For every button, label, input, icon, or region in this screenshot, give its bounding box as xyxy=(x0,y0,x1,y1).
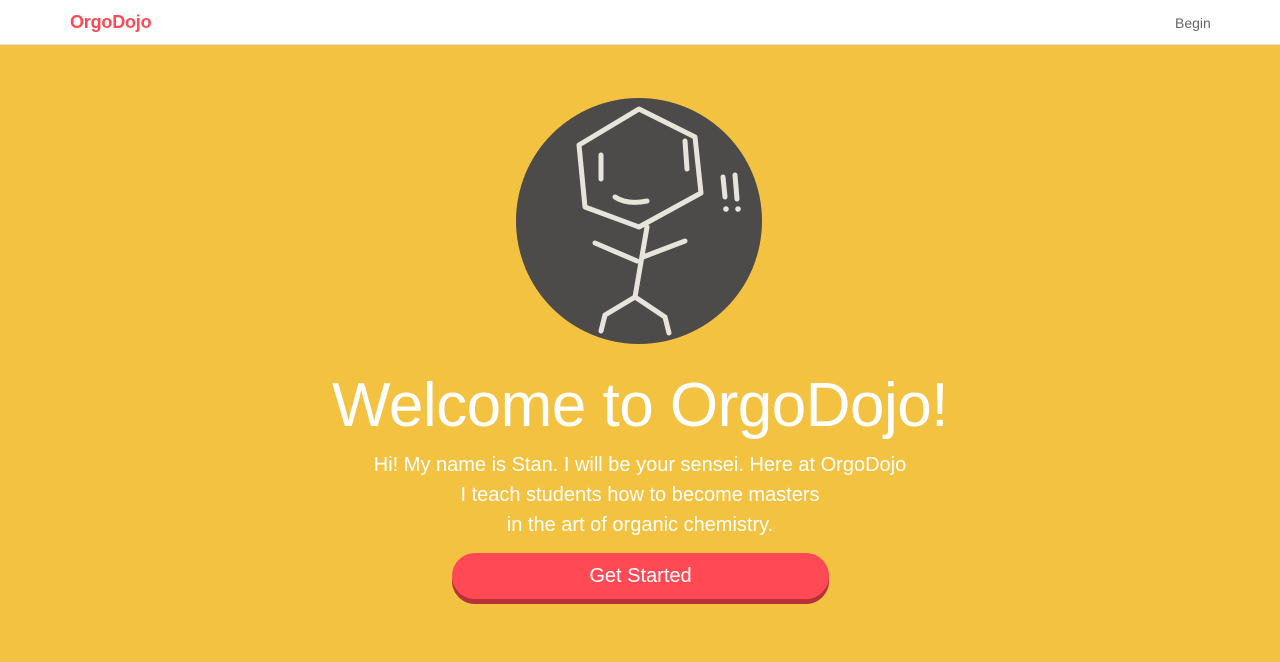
hero-section: Welcome to OrgoDojo! Hi! My name is Stan… xyxy=(0,45,1280,662)
stick-figure-molecule-icon xyxy=(516,98,762,344)
intro-line: Hi! My name is Stan. I will be your sens… xyxy=(373,454,907,476)
hero-title: Welcome to OrgoDojo! xyxy=(332,371,949,440)
get-started-button[interactable]: Get Started xyxy=(452,553,829,599)
brand-logo-link[interactable]: OrgoDojo xyxy=(70,12,152,33)
intro-line: in the art of organic chemistry. xyxy=(506,514,774,536)
top-navbar: OrgoDojo Begin xyxy=(0,0,1280,45)
begin-link[interactable]: Begin xyxy=(1175,15,1211,31)
intro-line: I teach students how to become masters xyxy=(460,484,820,506)
hero-intro: Hi! My name is Stan. I will be your sens… xyxy=(0,450,1280,540)
